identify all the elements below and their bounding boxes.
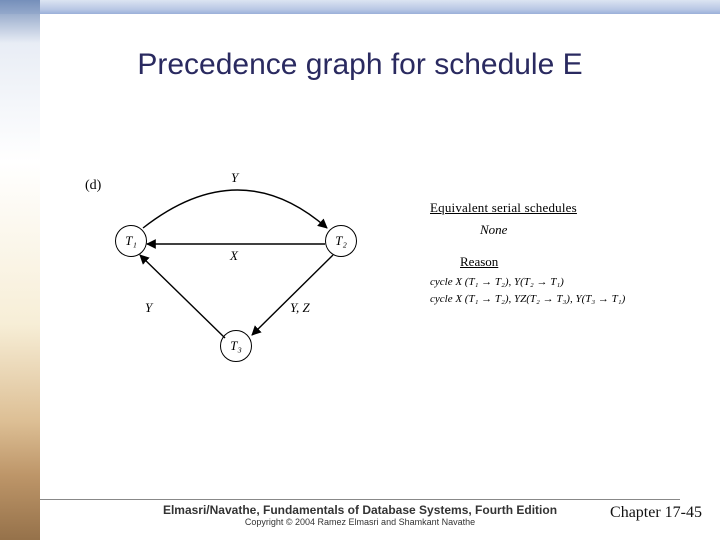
equivalent-schedules-box: Equivalent serial schedules None Reason … — [430, 200, 690, 307]
footer-rule — [40, 499, 680, 500]
chapter-label: Chapter 17-45 — [610, 504, 702, 522]
top-stripe — [0, 0, 720, 14]
edge-t2-t3 — [252, 255, 333, 335]
reason-line-1: cycle X (T₁ → T₂), Y(T₂ → T₁) — [430, 274, 690, 291]
schedules-header: Equivalent serial schedules — [430, 200, 690, 216]
graph-edges — [85, 170, 405, 390]
precedence-graph: T₁ T₂ T₃ Y X Y Y, Z — [85, 170, 405, 390]
reason-header: Reason — [460, 254, 690, 270]
edge-t3-t1 — [140, 255, 225, 338]
schedules-value: None — [480, 222, 690, 238]
reason-line-2: cycle X (T₁ → T₂), YZ(T₂ → T₃), Y(T₃ → T… — [430, 291, 690, 308]
edge-t1-t2-top — [143, 190, 327, 228]
slide-title: Precedence graph for schedule E — [0, 48, 720, 82]
